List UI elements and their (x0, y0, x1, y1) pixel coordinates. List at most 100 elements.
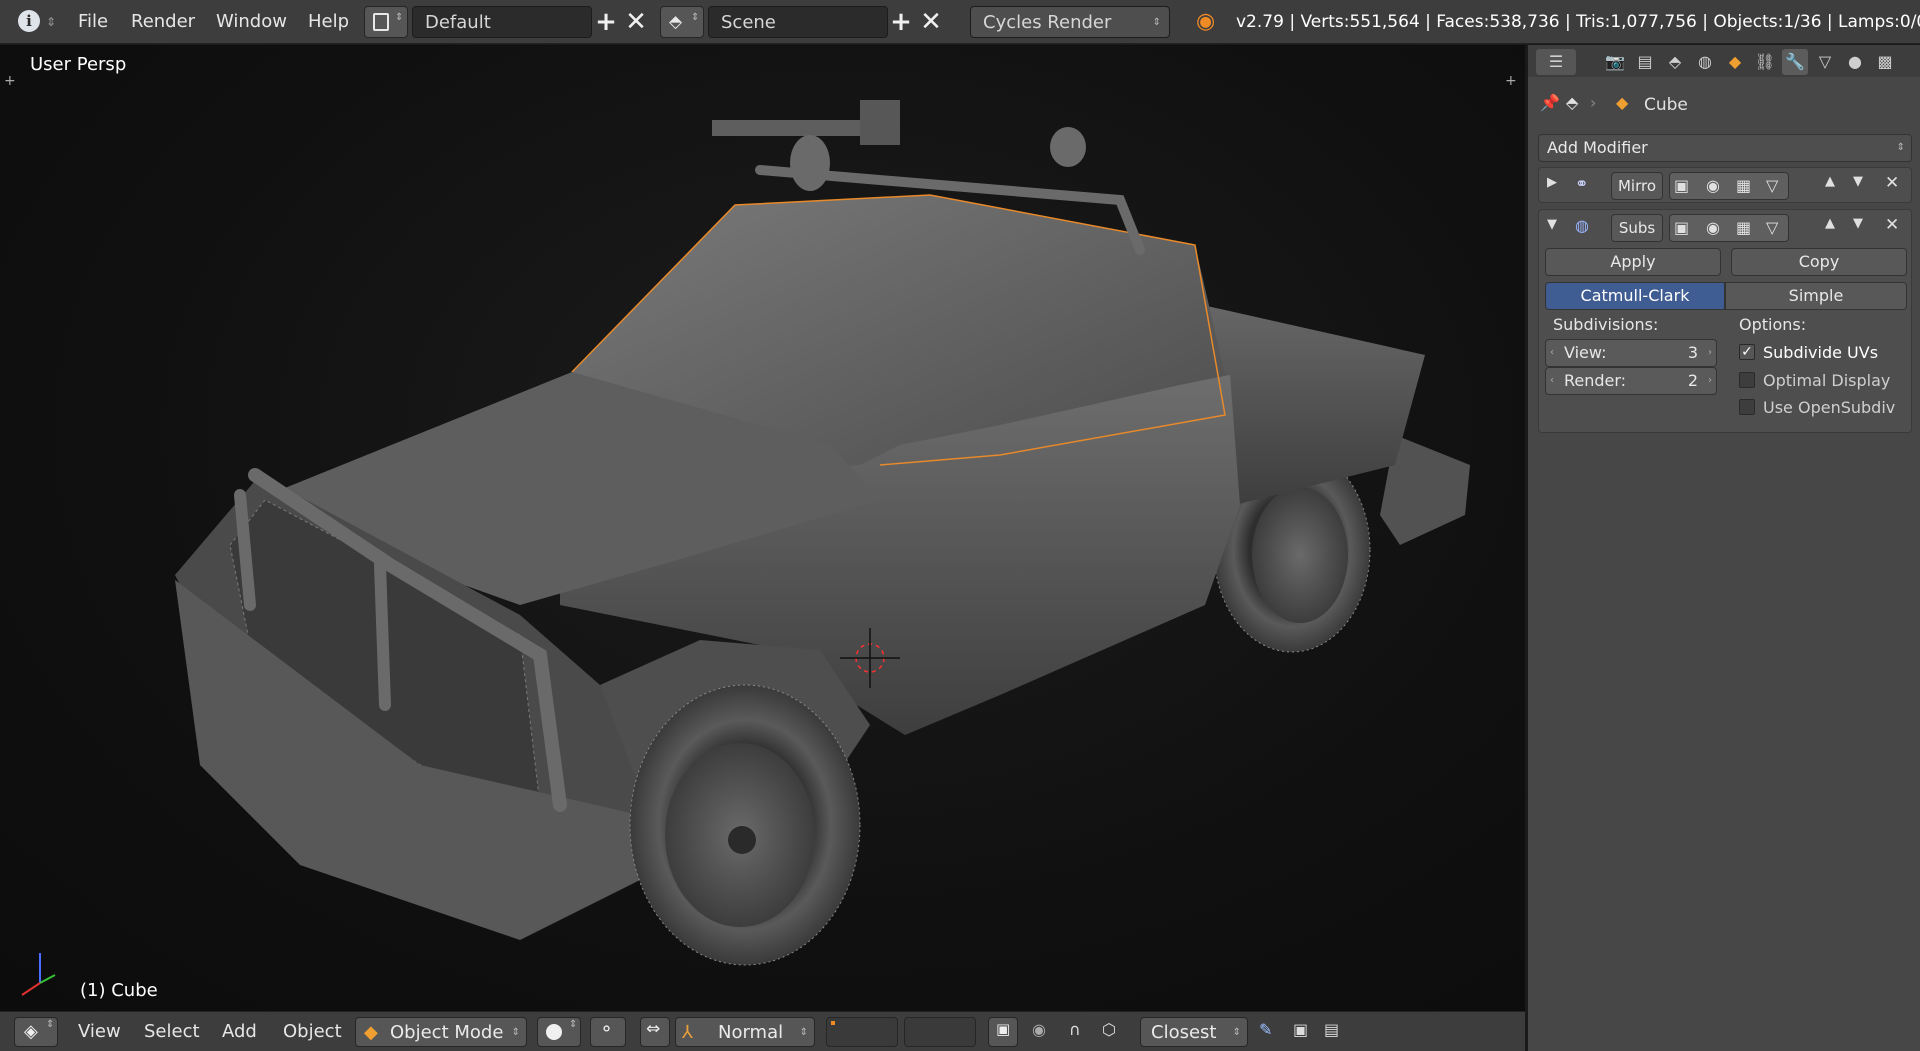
info-editor-icon[interactable]: i (18, 10, 40, 32)
editor-type-button[interactable]: ☰ (1536, 49, 1576, 75)
front-hub (728, 826, 756, 854)
screen-layout-button[interactable]: ⇕ (364, 6, 408, 38)
camera-render-icon[interactable]: ▣ (1674, 173, 1689, 199)
camera-render-icon[interactable]: ▣ (1674, 215, 1689, 241)
eye-icon[interactable]: ◉ (1706, 215, 1720, 241)
render-animation-button[interactable]: ▤ (1318, 1017, 1348, 1047)
subdivide-uvs-checkbox[interactable]: ✓ (1739, 344, 1755, 360)
lock-icon: ▣ (996, 1020, 1011, 1038)
rear-rim (1252, 487, 1348, 623)
render-levels-field[interactable]: ‹ Render: 2 › (1545, 367, 1717, 395)
cube-icon: ◈ (24, 1021, 38, 1042)
increment-icon[interactable]: › (1708, 340, 1712, 366)
decrement-icon[interactable]: ‹ (1550, 368, 1554, 394)
3d-viewport[interactable]: User Persp + + (1) Cube (0, 45, 1525, 1011)
transform-orientation-select[interactable]: ⅄ Normal ⇕ (675, 1017, 815, 1047)
render-engine-select[interactable]: Cycles Render ⇕ (970, 6, 1170, 38)
opengl-render-button[interactable]: ✎ (1252, 1017, 1282, 1047)
eye-icon[interactable]: ◉ (1706, 173, 1720, 199)
cage-icon[interactable]: ▽ (1766, 173, 1778, 199)
constraints-tab-icon[interactable]: ⛓ (1752, 49, 1778, 75)
proportional-edit-button[interactable]: ◉ (1025, 1017, 1055, 1047)
manipulator-toggle[interactable]: ⇔ (640, 1017, 670, 1047)
axis-gizmo (21, 953, 56, 996)
menu-file[interactable]: File (78, 0, 108, 44)
optimal-display-checkbox[interactable] (1739, 372, 1755, 388)
chevron-down-icon[interactable]: ⇕ (46, 0, 56, 44)
view-levels-field[interactable]: ‹ View: 3 › (1545, 339, 1717, 367)
info-header: i ⇕ File Render Window Help ⇕ Default + … (0, 0, 1920, 44)
simple-option[interactable]: Simple (1725, 282, 1907, 310)
scene-button[interactable]: ⬘ ⇕ (660, 6, 704, 38)
chevron-down-icon: ⇕ (799, 1027, 808, 1038)
increment-icon[interactable]: › (1708, 368, 1712, 394)
lock-layers-button[interactable]: ▣ (988, 1017, 1018, 1047)
menu-window[interactable]: Window (216, 0, 287, 44)
modifier-name-field[interactable]: Mirro (1611, 172, 1663, 200)
add-modifier-select[interactable]: Add Modifier ⇕ (1538, 134, 1912, 162)
render-layers-tab-icon[interactable]: ▤ (1632, 49, 1658, 75)
menu-render[interactable]: Render (131, 0, 195, 44)
truck-model[interactable] (0, 45, 1525, 1011)
move-down-icon[interactable]: ▼ (1853, 216, 1863, 231)
menu-add[interactable]: Add (222, 1012, 257, 1051)
roof-light (790, 135, 830, 191)
scene-field[interactable]: Scene (708, 6, 888, 38)
edit-mode-icon[interactable]: ▦ (1736, 215, 1751, 241)
expand-triangle-icon[interactable]: ▶ (1547, 175, 1557, 190)
roof-gun (712, 120, 882, 136)
apply-button[interactable]: Apply (1545, 248, 1721, 276)
menu-object[interactable]: Object (283, 1012, 342, 1051)
decrement-icon[interactable]: ‹ (1550, 340, 1554, 366)
blender-logo-icon: ◉ (1196, 9, 1216, 34)
data-tab-icon[interactable]: ▽ (1812, 49, 1838, 75)
viewport-shading-button[interactable]: ⇕ (537, 1017, 581, 1047)
editor-type-button[interactable]: ◈ ⇕ (14, 1017, 58, 1047)
menu-select[interactable]: Select (144, 1012, 200, 1051)
world-tab-icon[interactable]: ◍ (1692, 49, 1718, 75)
catmull-clark-option[interactable]: Catmull-Clark (1545, 282, 1725, 310)
move-up-icon[interactable]: ▲ (1825, 174, 1835, 189)
collapse-triangle-icon[interactable]: ▼ (1547, 217, 1557, 232)
pin-icon[interactable]: 📌 (1540, 93, 1560, 112)
magnet-icon: ∩ (1069, 1020, 1081, 1039)
layer-buttons-2[interactable] (904, 1017, 976, 1047)
pivot-point-button[interactable]: ⚬ (590, 1017, 626, 1047)
render-still-button[interactable]: ▣ (1287, 1017, 1317, 1047)
snap-element-icon: ⬡ (1102, 1020, 1116, 1039)
subsurf-modifier-icon: ◍ (1575, 216, 1589, 235)
object-tab-icon[interactable]: ◆ (1722, 49, 1748, 75)
snap-target-select[interactable]: Closest ⇕ (1140, 1017, 1248, 1047)
close-scene-icon[interactable]: ✕ (918, 0, 944, 44)
texture-tab-icon[interactable]: ▩ (1872, 49, 1898, 75)
menu-view[interactable]: View (78, 1012, 121, 1051)
cage-icon[interactable]: ▽ (1766, 215, 1778, 241)
snap-element-button[interactable]: ⬡ (1095, 1017, 1131, 1047)
copy-button[interactable]: Copy (1731, 248, 1907, 276)
material-tab-icon[interactable]: ● (1842, 49, 1868, 75)
close-icon[interactable]: ✕ (1885, 173, 1899, 193)
edit-mode-icon[interactable]: ▦ (1736, 173, 1751, 199)
close-layout-icon[interactable]: ✕ (623, 0, 649, 44)
use-opensubdiv-checkbox[interactable] (1739, 399, 1755, 415)
render-tab-icon[interactable]: 📷 (1602, 49, 1628, 75)
close-icon[interactable]: ✕ (1885, 215, 1899, 235)
roof-light (1050, 127, 1086, 167)
add-scene-icon[interactable]: + (888, 0, 914, 44)
render-engine-label: Cycles Render (983, 12, 1112, 33)
mode-select[interactable]: ◆ Object Mode ⇕ (355, 1017, 527, 1047)
modifiers-tab-icon[interactable]: 🔧 (1782, 49, 1808, 75)
modifier-visibility-toggles: ▣ ◉ ▦ ▽ (1669, 214, 1789, 242)
modifier-name-field[interactable]: Subs (1611, 214, 1663, 242)
screen-layout-field[interactable]: Default (412, 6, 592, 38)
move-down-icon[interactable]: ▼ (1853, 174, 1863, 189)
mode-label: Object Mode (390, 1022, 504, 1043)
chevron-down-icon: ⇕ (1896, 142, 1905, 153)
add-layout-icon[interactable]: + (593, 0, 619, 44)
layer-buttons-1[interactable] (826, 1017, 898, 1047)
move-up-icon[interactable]: ▲ (1825, 216, 1835, 231)
scene-tab-icon[interactable]: ⬘ (1662, 49, 1688, 75)
menu-help[interactable]: Help (308, 0, 349, 44)
snap-toggle[interactable]: ∩ (1062, 1017, 1092, 1047)
render-levels-value: 2 (1687, 371, 1698, 390)
